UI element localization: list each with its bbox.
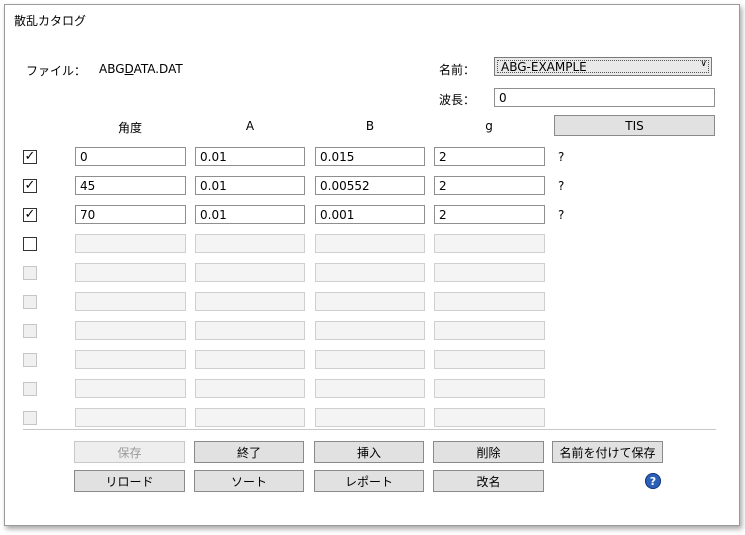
table-cell[interactable] <box>195 350 305 369</box>
sort-button[interactable]: ソート <box>194 470 304 492</box>
table-cell[interactable]: 45 <box>75 176 186 195</box>
table-cell[interactable]: 0.01 <box>195 176 305 195</box>
table-cell[interactable]: 0.015 <box>315 147 425 166</box>
table-cell[interactable]: 0.01 <box>195 147 305 166</box>
window-title: 散乱カタログ <box>14 14 87 28</box>
save-button[interactable]: 保存 <box>74 441 185 463</box>
rename-button[interactable]: 改名 <box>433 470 544 492</box>
table-cell[interactable] <box>315 379 425 398</box>
table-cell[interactable] <box>434 234 545 253</box>
reload-button[interactable]: リロード <box>74 470 185 492</box>
name-dropdown[interactable]: ABG-EXAMPLE ∨ <box>494 57 712 76</box>
row-checkbox <box>23 382 37 396</box>
table-cell[interactable] <box>75 263 186 282</box>
table-cell[interactable] <box>75 350 186 369</box>
table-cell[interactable] <box>75 321 186 340</box>
row-checkbox[interactable]: ✓ <box>23 179 37 193</box>
exit-button[interactable]: 終了 <box>194 441 304 463</box>
file-label: ファイル： <box>26 64 87 78</box>
table-cell[interactable]: 0.001 <box>315 205 425 224</box>
table-cell[interactable] <box>195 292 305 311</box>
chevron-down-icon: ∨ <box>700 59 707 69</box>
table-cell[interactable] <box>315 292 425 311</box>
header-b: B <box>365 119 375 133</box>
table-cell[interactable]: 70 <box>75 205 186 224</box>
row-checkbox <box>23 411 37 425</box>
table-cell[interactable] <box>315 234 425 253</box>
table-cell[interactable] <box>434 292 545 311</box>
row-status: ? <box>558 150 565 164</box>
table-cell[interactable]: 0.00552 <box>315 176 425 195</box>
table-cell[interactable] <box>195 263 305 282</box>
row-checkbox[interactable]: ✓ <box>23 208 37 222</box>
insert-button[interactable]: 挿入 <box>314 441 424 463</box>
table-cell[interactable] <box>75 408 186 427</box>
table-cell[interactable] <box>434 379 545 398</box>
name-dropdown-value: ABG-EXAMPLE <box>497 60 709 74</box>
table-cell[interactable] <box>195 234 305 253</box>
header-g: g <box>485 119 493 133</box>
name-label: 名前： <box>439 63 476 77</box>
table-cell[interactable] <box>434 408 545 427</box>
table-cell[interactable] <box>75 379 186 398</box>
table-cell[interactable]: 0.01 <box>195 205 305 224</box>
table-cell[interactable]: 2 <box>434 176 545 195</box>
help-icon[interactable]: ? <box>645 473 661 489</box>
row-checkbox[interactable] <box>23 237 37 251</box>
table-cell[interactable] <box>434 321 545 340</box>
header-a: A <box>245 119 255 133</box>
row-checkbox <box>23 324 37 338</box>
table-cell[interactable] <box>315 321 425 340</box>
wavelength-label: 波長： <box>439 93 476 107</box>
table-cell[interactable] <box>195 379 305 398</box>
table-cell[interactable] <box>315 263 425 282</box>
save-as-button[interactable]: 名前を付けて保存 <box>552 441 663 463</box>
report-button[interactable]: レポート <box>314 470 424 492</box>
file-name: ABGDATA.DAT <box>99 62 183 76</box>
table-cell[interactable] <box>315 408 425 427</box>
tis-button[interactable]: TIS <box>554 115 715 136</box>
table-cell[interactable] <box>195 408 305 427</box>
table-cell[interactable]: 2 <box>434 205 545 224</box>
table-cell[interactable]: 2 <box>434 147 545 166</box>
table-cell[interactable] <box>315 350 425 369</box>
row-checkbox[interactable]: ✓ <box>23 150 37 164</box>
delete-button[interactable]: 削除 <box>433 441 544 463</box>
table-cell[interactable]: 0 <box>75 147 186 166</box>
row-status: ? <box>558 208 565 222</box>
table-cell[interactable] <box>75 234 186 253</box>
row-checkbox <box>23 266 37 280</box>
table-cell[interactable] <box>434 263 545 282</box>
row-status: ? <box>558 179 565 193</box>
row-checkbox <box>23 353 37 367</box>
row-checkbox <box>23 295 37 309</box>
scatter-catalog-dialog: 散乱カタログ ファイル： ABGDATA.DAT 名前： ABG-EXAMPLE… <box>4 4 740 526</box>
table-cell[interactable] <box>434 350 545 369</box>
table-cell[interactable] <box>195 321 305 340</box>
wavelength-input[interactable]: 0 <box>494 88 715 107</box>
header-angle: 角度 <box>117 121 142 135</box>
table-cell[interactable] <box>75 292 186 311</box>
divider <box>23 429 716 430</box>
